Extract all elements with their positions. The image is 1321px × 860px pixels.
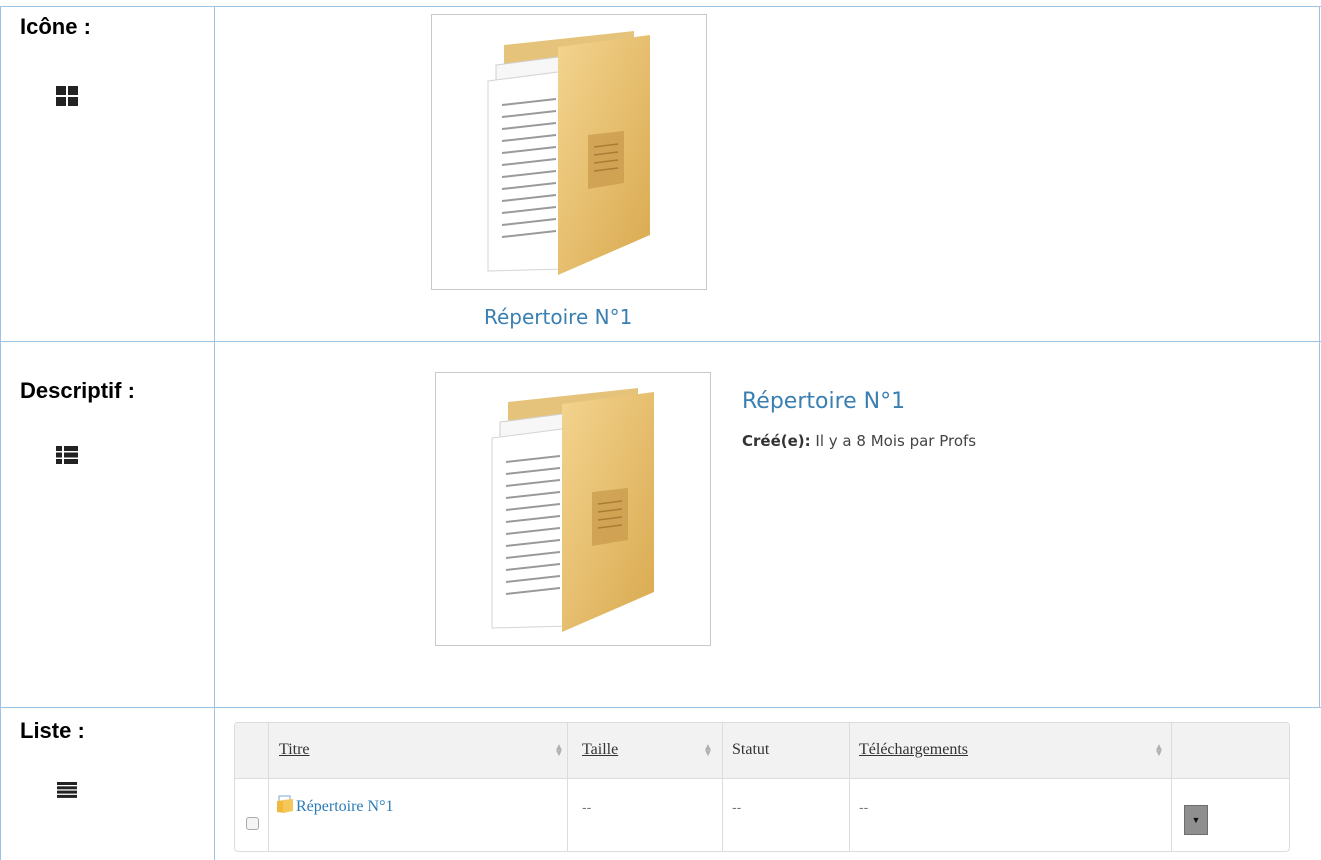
folder-file-icon (277, 795, 293, 818)
left-border (0, 6, 1, 860)
column-header-titre[interactable]: Titre (279, 741, 310, 759)
row-label-icon: Icône : (20, 14, 91, 39)
column-separator (1171, 723, 1172, 851)
folder-document-icon (478, 382, 668, 637)
row-title-link[interactable]: Répertoire N°1 (277, 795, 393, 818)
column-separator (567, 723, 568, 851)
row-size: -- (582, 799, 592, 815)
column-header-statut: Statut (732, 741, 770, 758)
detail-list-icon[interactable] (56, 446, 78, 469)
list-icon[interactable] (57, 782, 77, 803)
sort-icon[interactable]: ▲ ▼ (703, 743, 713, 759)
row-divider-1 (0, 341, 1321, 342)
column-separator (849, 723, 850, 851)
column-separator (268, 723, 269, 851)
row-label-liste: Liste : (20, 718, 85, 743)
top-border (0, 6, 1321, 7)
row-title-text: Répertoire N°1 (296, 797, 394, 815)
folder-link-descriptif-view[interactable]: Répertoire N°1 (742, 389, 905, 414)
folder-thumbnail-icon-view[interactable] (431, 14, 707, 290)
grid-icon[interactable] (56, 86, 78, 111)
sort-icon[interactable]: ▲ ▼ (554, 743, 564, 759)
caret-down-icon: ▼ (1191, 815, 1201, 825)
row-downloads: -- (859, 799, 869, 815)
column-header-taille[interactable]: Taille (582, 741, 618, 759)
row-checkbox[interactable] (246, 817, 259, 830)
row-status: -- (732, 799, 742, 815)
row-actions-dropdown[interactable]: ▼ (1184, 805, 1208, 835)
sort-icon[interactable]: ▲ ▼ (1154, 743, 1164, 759)
created-text: Il y a 8 Mois par Profs (815, 432, 977, 450)
folder-document-icon (474, 25, 664, 280)
folder-thumbnail-descriptif-view[interactable] (435, 372, 711, 646)
column-separator (722, 723, 723, 851)
column-header-telechargements[interactable]: Téléchargements (859, 741, 968, 759)
created-label: Créé(e): (742, 432, 811, 450)
right-border (1319, 6, 1320, 708)
row-divider-2 (0, 707, 1321, 708)
folder-link-icon-view[interactable]: Répertoire N°1 (484, 305, 632, 329)
column-divider (214, 6, 215, 860)
file-list-table: Titre ▲ ▼ Taille ▲ ▼ Statut Téléchargement… (234, 722, 1290, 852)
created-info: Créé(e): Il y a 8 Mois par Profs (742, 432, 976, 450)
row-label-descriptif: Descriptif : (20, 378, 135, 403)
